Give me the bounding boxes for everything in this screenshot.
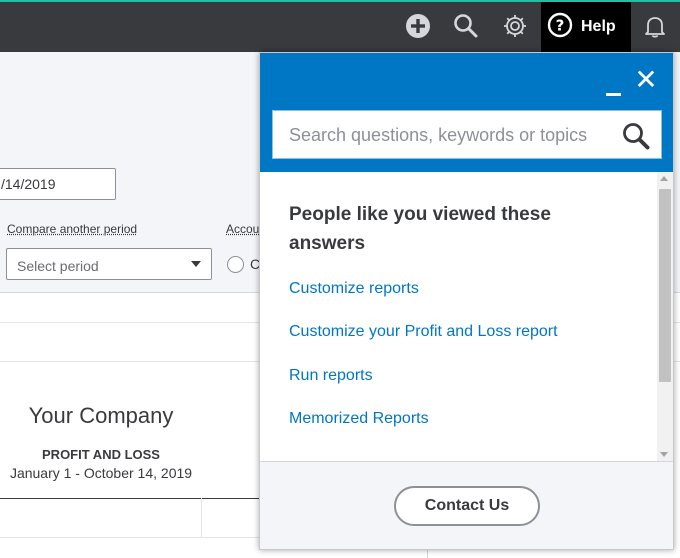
search-icon[interactable] [451, 11, 481, 41]
report-date-input[interactable]: /14/2019 [0, 168, 116, 200]
report-title: PROFIT AND LOSS [42, 447, 160, 462]
company-name: Your Company [28, 403, 174, 428]
caret-down-icon [191, 261, 201, 267]
compare-period-label: Compare another period [7, 222, 138, 236]
report-date-range: January 1 - October 14, 2019 [9, 465, 193, 481]
help-link-run-reports[interactable]: Run reports [289, 367, 373, 385]
help-search-box [272, 110, 662, 159]
help-panel-footer: Contact Us [260, 461, 673, 549]
help-button-label: Help [581, 18, 616, 35]
report-table-header-rule [0, 498, 270, 499]
compare-period-select[interactable]: Select period [6, 248, 212, 280]
scroll-down-arrow-icon[interactable] [660, 452, 668, 457]
help-link-customize-profit-loss[interactable]: Customize your Profit and Loss report [289, 323, 558, 341]
svg-text:?: ? [556, 16, 565, 34]
report-table-column-divider [201, 498, 202, 537]
accounting-method-label: Accou [226, 222, 260, 236]
plus-icon[interactable] [403, 11, 433, 41]
gear-icon[interactable] [500, 11, 530, 41]
close-icon[interactable]: ✕ [634, 66, 658, 94]
scrollbar-thumb[interactable] [659, 189, 671, 382]
compare-period-placeholder: Select period [17, 258, 99, 274]
accounting-method-radio[interactable] [227, 256, 244, 273]
help-panel: ✕ People like you viewed these answers C… [259, 52, 674, 550]
report-table-row-rule [0, 537, 270, 538]
help-search-input[interactable] [289, 121, 609, 149]
bell-icon[interactable] [640, 11, 670, 41]
help-panel-scrollbar[interactable] [657, 172, 673, 461]
help-link-customize-reports[interactable]: Customize reports [289, 280, 419, 298]
help-link-memorized-reports[interactable]: Memorized Reports [289, 410, 429, 428]
contact-us-button[interactable]: Contact Us [394, 486, 540, 526]
help-results-heading: People like you viewed these answers [289, 204, 551, 254]
help-panel-header: ✕ [260, 53, 673, 172]
scroll-up-arrow-icon[interactable] [660, 176, 668, 181]
help-button[interactable]: ? Help [541, 2, 631, 52]
help-panel-body: People like you viewed these answers Cus… [260, 172, 657, 461]
minimize-icon[interactable] [604, 71, 624, 101]
top-navigation-bar: ? Help [0, 0, 680, 52]
help-icon: ? [547, 12, 573, 43]
search-icon[interactable] [621, 121, 651, 151]
